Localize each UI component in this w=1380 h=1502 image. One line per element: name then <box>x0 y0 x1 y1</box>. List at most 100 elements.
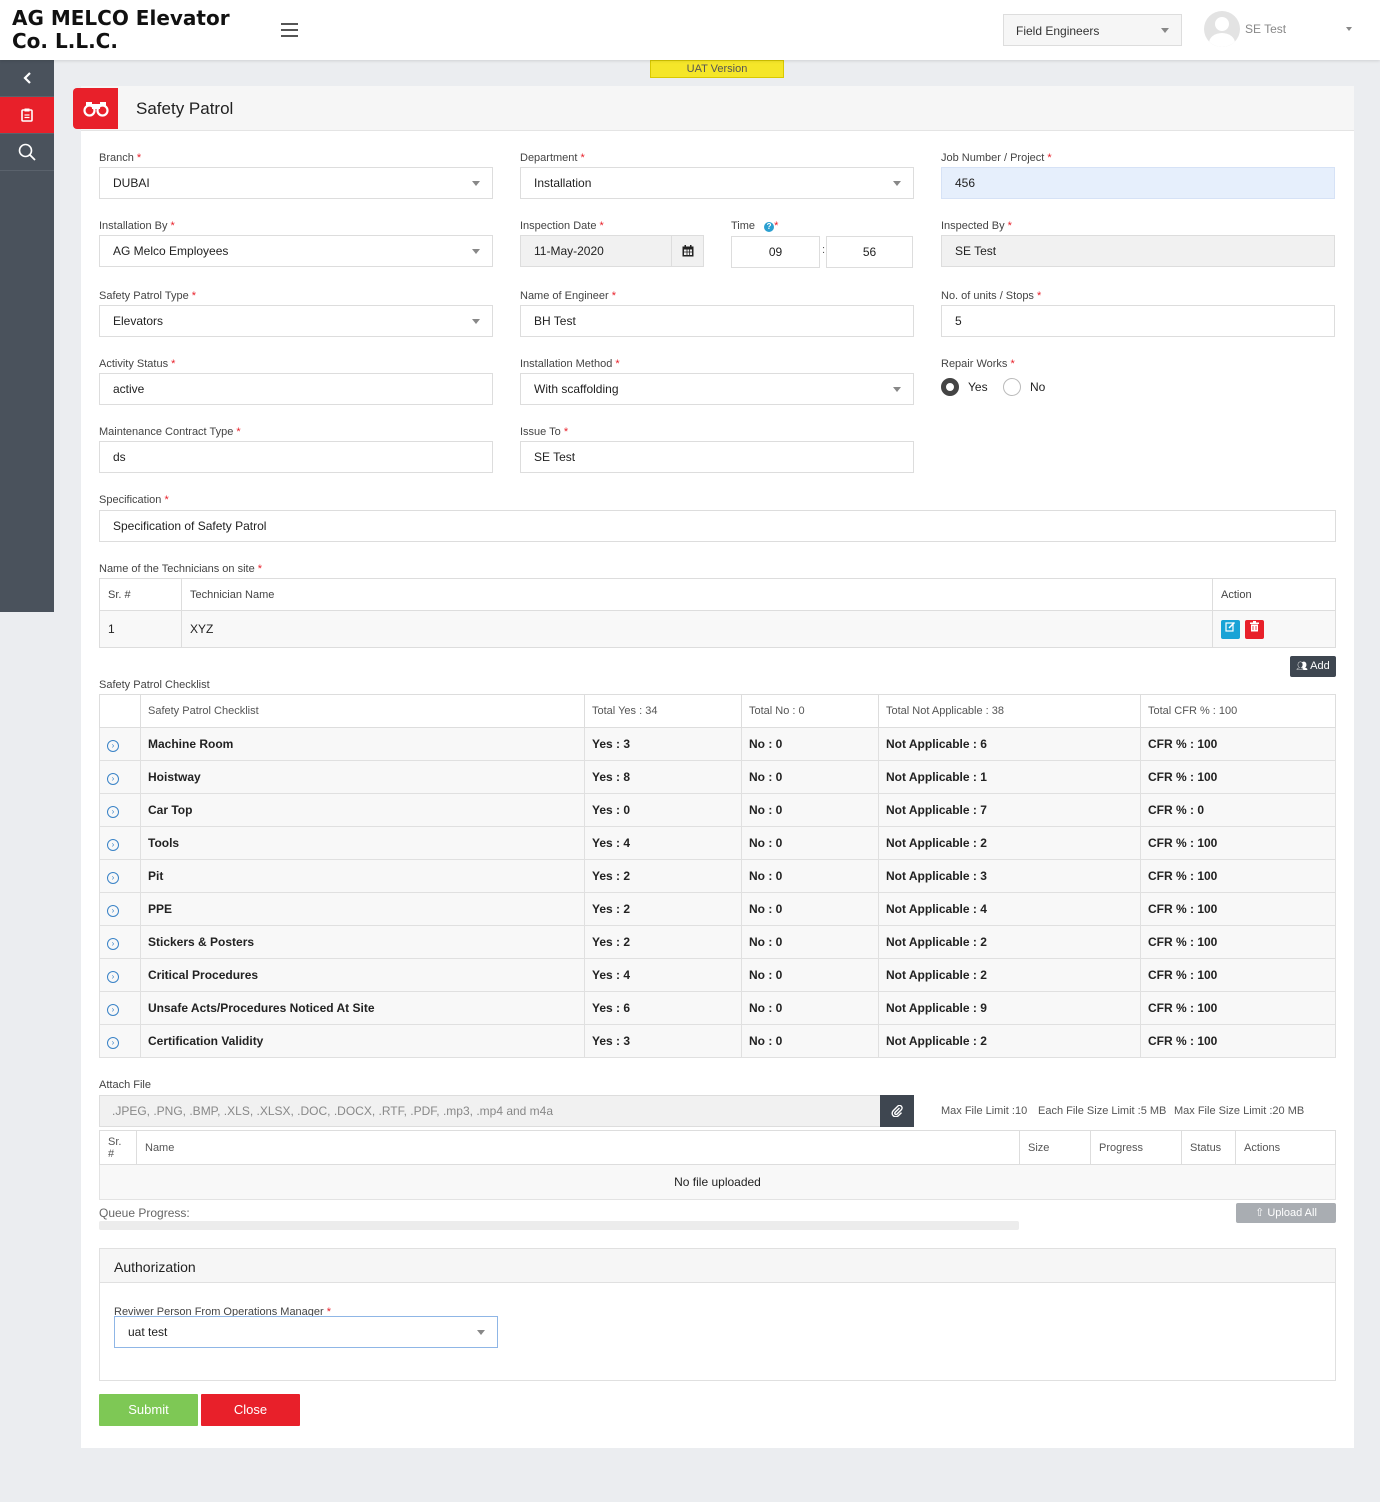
department-select[interactable]: Installation <box>520 167 914 199</box>
checklist-cfr: CFR % : 100 <box>1140 892 1336 926</box>
uat-version-badge: UAT Version <box>650 60 784 78</box>
checklist-row: › Unsafe Acts/Procedures Noticed At Site Y… <box>99 991 1336 1025</box>
expand-chevron-icon[interactable]: › <box>107 772 119 785</box>
technician-sr: 1 <box>99 610 182 648</box>
paperclip-icon <box>891 1105 903 1117</box>
role-select[interactable]: Field Engineers <box>1003 14 1182 46</box>
installation-method-select[interactable]: With scaffolding <box>520 373 914 405</box>
technician-actions <box>1212 610 1336 648</box>
checklist-row: › Certification Validity Yes : 3 No : 0 Not … <box>99 1024 1336 1058</box>
column-header: Sr. # <box>99 578 182 611</box>
expand-chevron-icon[interactable]: › <box>107 805 119 818</box>
add-user-icon: 👥︎ <box>1296 661 1308 671</box>
expand-cell: › <box>99 760 141 794</box>
issue-to-input[interactable]: SE Test <box>520 441 914 473</box>
engineer-input[interactable]: BH Test <box>520 305 914 337</box>
repair-works-yes-radio[interactable] <box>941 378 959 396</box>
repair-works-yes-label: Yes <box>968 380 988 394</box>
help-icon[interactable]: ? <box>764 222 775 232</box>
file-table: Sr. # Name Size Progress Status Actions … <box>99 1130 1336 1200</box>
browse-file-button[interactable] <box>880 1095 914 1127</box>
add-technician-button[interactable]: 👥︎ Add <box>1290 656 1336 677</box>
column-header: Action <box>1212 578 1336 611</box>
checklist-yes-count: Yes : 3 <box>584 727 742 761</box>
hamburger-menu-icon[interactable] <box>281 23 298 37</box>
checklist-row: › Tools Yes : 4 No : 0 Not Applicable : 2 CFR… <box>99 826 1336 860</box>
checklist-row: › Machine Room Yes : 3 No : 0 Not Applicable… <box>99 727 1336 761</box>
patrol-type-select[interactable]: Elevators <box>99 305 493 337</box>
repair-works-no-label: No <box>1030 380 1046 394</box>
reviewer-select[interactable]: uat test <box>114 1316 498 1348</box>
checklist-row: › Stickers & Posters Yes : 2 No : 0 Not Appl… <box>99 925 1336 959</box>
checklist-category: Certification Validity <box>140 1024 585 1058</box>
units-label: No. of units / Stops * <box>941 290 1042 302</box>
contract-type-input[interactable]: ds <box>99 441 493 473</box>
column-header: Total Not Applicable : 38 <box>878 694 1141 728</box>
expand-chevron-icon[interactable]: › <box>107 904 119 917</box>
avatar <box>1204 11 1240 47</box>
activity-status-input[interactable]: active <box>99 373 493 405</box>
column-header: Actions <box>1235 1130 1336 1165</box>
checklist-row: › Critical Procedures Yes : 4 No : 0 Not App… <box>99 958 1336 992</box>
chevron-down-icon <box>472 319 480 324</box>
checklist-na-count: Not Applicable : 4 <box>878 892 1141 926</box>
top-navbar: AG MELCO Elevator Co. L.L.C. Field Engin… <box>0 0 1380 60</box>
checklist-na-count: Not Applicable : 3 <box>878 859 1141 893</box>
patrol-type-label: Safety Patrol Type * <box>99 290 197 302</box>
upload-all-button[interactable]: ⇧ Upload All <box>1236 1203 1336 1223</box>
expand-chevron-icon[interactable]: › <box>107 739 119 752</box>
checklist-yes-count: Yes : 4 <box>584 958 742 992</box>
file-input[interactable]: .JPEG, .PNG, .BMP, .XLS, .XLSX, .DOC, .D… <box>99 1095 881 1127</box>
edit-icon[interactable] <box>1221 619 1240 639</box>
user-menu[interactable]: SE Test <box>1204 11 1364 47</box>
expand-chevron-icon[interactable]: › <box>107 970 119 983</box>
queue-progress-bar <box>99 1221 1019 1230</box>
close-button[interactable]: Close <box>201 1394 300 1426</box>
upload-icon: ⇧ <box>1255 1207 1265 1219</box>
checklist-cfr: CFR % : 100 <box>1140 991 1336 1025</box>
specification-label: Specification * <box>99 494 169 506</box>
expand-chevron-icon[interactable]: › <box>107 937 119 950</box>
expand-cell: › <box>99 826 141 860</box>
time-minute-input[interactable]: 56 <box>826 236 913 268</box>
queue-progress-label: Queue Progress: <box>99 1206 190 1220</box>
checklist-na-count: Not Applicable : 2 <box>878 1024 1141 1058</box>
expand-cell: › <box>99 793 141 827</box>
column-header: Name <box>136 1130 1020 1165</box>
repair-works-no-radio[interactable] <box>1003 378 1021 396</box>
checklist-yes-count: Yes : 2 <box>584 892 742 926</box>
checklist-no-count: No : 0 <box>741 859 879 893</box>
sidebar-item-safety-patrol[interactable] <box>0 97 54 134</box>
checklist-no-count: No : 0 <box>741 793 879 827</box>
installation-by-label: Installation By * <box>99 220 175 232</box>
chevron-down-icon <box>893 387 901 392</box>
checklist-cfr: CFR % : 100 <box>1140 859 1336 893</box>
branch-select[interactable]: DUBAI <box>99 167 493 199</box>
specification-input[interactable]: Specification of Safety Patrol <box>99 510 1336 542</box>
column-header: Sr. # <box>99 1130 137 1165</box>
max-file-limit: Max File Limit :10 <box>941 1105 1028 1117</box>
time-hour-input[interactable]: 09 <box>731 236 820 268</box>
column-header-expand <box>99 694 141 728</box>
expand-cell: › <box>99 925 141 959</box>
calendar-button[interactable] <box>671 235 704 267</box>
expand-chevron-icon[interactable]: › <box>107 1036 119 1049</box>
job-number-label: Job Number / Project * <box>941 152 1052 164</box>
technician-name: XYZ <box>181 610 1213 648</box>
job-number-input[interactable]: 456 <box>941 167 1335 199</box>
sidebar-item-search[interactable] <box>0 134 54 171</box>
checklist-cfr: CFR % : 100 <box>1140 760 1336 794</box>
checklist-no-count: No : 0 <box>741 958 879 992</box>
expand-chevron-icon[interactable]: › <box>107 1003 119 1016</box>
expand-chevron-icon[interactable]: › <box>107 871 119 884</box>
units-input[interactable]: 5 <box>941 305 1335 337</box>
expand-chevron-icon[interactable]: › <box>107 838 119 851</box>
column-header: Total No : 0 <box>741 694 879 728</box>
installation-by-select[interactable]: AG Melco Employees <box>99 235 493 267</box>
chevron-down-icon <box>893 181 901 186</box>
submit-button[interactable]: Submit <box>99 1394 198 1426</box>
sidebar-collapse-button[interactable] <box>0 60 54 97</box>
delete-icon[interactable] <box>1245 619 1264 639</box>
checklist-cfr: CFR % : 100 <box>1140 925 1336 959</box>
checklist-yes-count: Yes : 8 <box>584 760 742 794</box>
